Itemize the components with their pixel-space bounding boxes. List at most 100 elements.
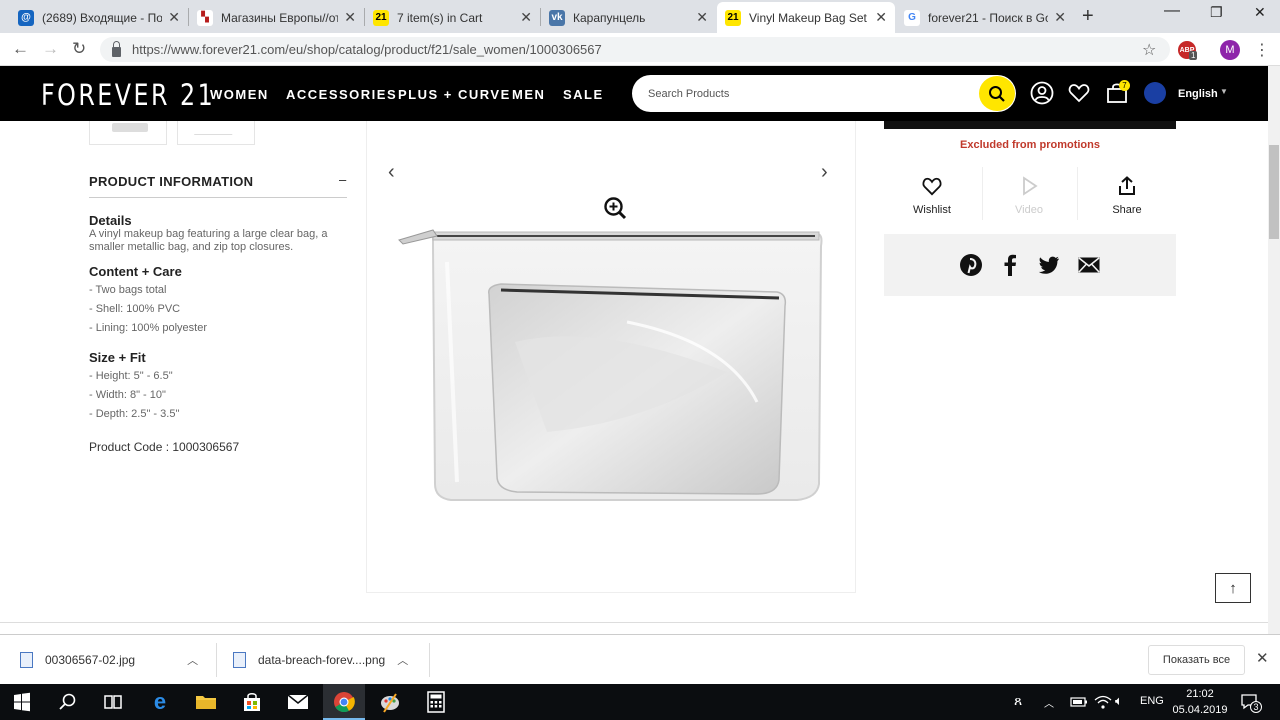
show-all-downloads-button[interactable]: Показать все — [1148, 645, 1245, 675]
windows-start-icon[interactable] — [10, 690, 34, 714]
share-label: Share — [1112, 204, 1142, 216]
tab-google-search[interactable]: G forever21 - Поиск в Go ✕ — [896, 2, 1074, 33]
restore-icon[interactable]: ❐ — [1210, 4, 1223, 21]
next-image-button[interactable]: › — [821, 161, 828, 184]
chevron-up-icon[interactable]: ︿ — [187, 652, 198, 668]
image-file-icon — [233, 652, 246, 668]
product-info-heading[interactable]: PRODUCT INFORMATION — [89, 174, 253, 189]
profile-avatar[interactable]: M — [1220, 40, 1240, 60]
tab-cart[interactable]: 21 7 item(s) in Cart ✕ — [365, 2, 540, 33]
close-tab-icon[interactable]: ✕ — [168, 9, 180, 26]
divider — [1077, 167, 1078, 220]
prev-image-button[interactable]: ‹ — [388, 161, 395, 184]
forward-icon[interactable]: → — [42, 39, 59, 59]
video-label: Video — [1015, 204, 1043, 216]
play-icon — [1023, 176, 1038, 196]
pinterest-icon[interactable] — [960, 254, 982, 276]
forever21-icon: 21 — [373, 9, 389, 26]
divider — [89, 197, 347, 198]
close-download-bar-icon[interactable]: ✕ — [1256, 649, 1269, 667]
image-file-icon — [20, 652, 33, 668]
battery-icon[interactable] — [1070, 696, 1088, 708]
size-item: - Depth: 2.5" - 3.5" — [89, 408, 180, 420]
video-action[interactable]: Video — [982, 176, 1076, 216]
download-bar: 00306567-02.jpg ︿ data-breach-forev....p… — [0, 634, 1280, 684]
close-tab-icon[interactable]: ✕ — [520, 9, 532, 26]
chrome-menu-icon[interactable]: ⋮ — [1254, 40, 1270, 60]
add-to-bag-button[interactable] — [884, 121, 1176, 129]
twitter-icon[interactable] — [1038, 256, 1060, 274]
input-language[interactable]: ENG — [1140, 695, 1164, 707]
close-tab-icon[interactable]: ✕ — [344, 9, 356, 26]
people-icon[interactable]: ጸ — [1014, 692, 1022, 709]
wishlist-action[interactable]: Wishlist — [885, 176, 979, 216]
close-tab-icon[interactable]: ✕ — [875, 9, 887, 26]
search-icon[interactable] — [56, 690, 80, 714]
forever21-logo[interactable]: FOREVER 21 — [41, 78, 215, 112]
zoom-in-icon[interactable] — [603, 196, 627, 220]
back-icon[interactable]: ← — [12, 39, 29, 59]
calculator-icon[interactable] — [424, 690, 448, 714]
product-thumbnail[interactable] — [177, 121, 255, 145]
wishlist-heart-icon[interactable] — [1067, 81, 1091, 105]
tab-vinyl-makeup-bag[interactable]: 21 Vinyl Makeup Bag Set | ✕ — [717, 2, 895, 33]
nav-men[interactable]: MEN — [512, 87, 545, 102]
facebook-icon[interactable] — [1002, 254, 1018, 276]
nav-accessories[interactable]: ACCESSORIES — [286, 87, 397, 102]
download-item[interactable]: 00306567-02.jpg ︿ — [20, 635, 198, 685]
new-tab-button[interactable]: + — [1082, 5, 1094, 28]
tab-vk[interactable]: vk Карапунцель ✕ — [541, 2, 716, 33]
vk-icon: vk — [549, 9, 565, 26]
clock-date: 05.04.2019 — [1172, 704, 1228, 716]
close-tab-icon[interactable]: ✕ — [1054, 9, 1066, 26]
product-image-vinyl-makeup-bag[interactable] — [397, 222, 825, 512]
scroll-to-top-button[interactable]: ↑ — [1215, 573, 1251, 603]
scrollbar-thumb[interactable] — [1269, 145, 1279, 239]
task-view-icon[interactable] — [101, 690, 125, 714]
details-heading: Details — [89, 213, 132, 228]
chevron-up-icon[interactable]: ︿ — [397, 652, 408, 668]
system-clock[interactable]: 21:02 05.04.2019 — [1172, 686, 1228, 718]
mail-icon: @ — [18, 9, 34, 26]
nav-plus-curve[interactable]: PLUS + CURVE — [398, 87, 511, 102]
eu-flag-icon[interactable] — [1144, 82, 1166, 104]
mail-app-icon[interactable] — [286, 690, 310, 714]
volume-icon[interactable]: 🔈︎ — [1115, 693, 1123, 709]
share-icon — [1119, 176, 1135, 195]
paint-app-icon[interactable] — [378, 690, 402, 714]
tab-stores[interactable]: ▚ Магазины Европы//от ✕ — [189, 2, 364, 33]
nav-women[interactable]: WOMEN — [210, 87, 269, 102]
search-input[interactable] — [648, 87, 978, 100]
store-icon[interactable] — [240, 690, 264, 714]
chrome-icon[interactable] — [332, 690, 356, 714]
share-action[interactable]: Share — [1080, 176, 1174, 216]
close-tab-icon[interactable]: ✕ — [696, 9, 708, 26]
account-icon[interactable] — [1030, 81, 1054, 105]
notification-count: 3 — [1250, 701, 1262, 713]
minimize-icon[interactable]: — — [1164, 2, 1180, 20]
search-button[interactable] — [979, 76, 1015, 111]
collapse-toggle[interactable]: – — [339, 172, 346, 187]
forever21-icon: 21 — [725, 9, 741, 26]
nav-sale[interactable]: SALE — [563, 87, 604, 102]
url-field[interactable]: https://www.forever21.com/eu/shop/catalo… — [100, 37, 1170, 62]
reload-icon[interactable]: ↻ — [72, 39, 86, 59]
download-item[interactable]: data-breach-forev....png ︿ — [233, 635, 408, 685]
details-text: A vinyl makeup bag featuring a large cle… — [89, 228, 328, 253]
wishlist-label: Wishlist — [913, 204, 951, 216]
divider — [216, 643, 217, 677]
url-text: https://www.forever21.com/eu/shop/catalo… — [132, 42, 602, 57]
download-filename: 00306567-02.jpg — [45, 653, 136, 667]
content-care-heading: Content + Care — [89, 264, 182, 279]
size-item: - Height: 5" - 6.5" — [89, 370, 173, 382]
close-window-icon[interactable]: ✕ — [1254, 4, 1266, 21]
language-selector[interactable]: English — [1178, 88, 1218, 100]
product-thumbnail[interactable] — [89, 121, 167, 145]
file-explorer-icon[interactable] — [194, 690, 218, 714]
edge-browser-icon[interactable]: e — [148, 689, 172, 714]
bookmark-star-icon[interactable]: ☆ — [1142, 40, 1156, 60]
email-icon[interactable] — [1078, 257, 1100, 273]
wifi-icon[interactable] — [1094, 694, 1112, 710]
chevron-up-icon[interactable]: ︿ — [1044, 695, 1054, 710]
tab-mail[interactable]: @ (2689) Входящие - Поч ✕ — [10, 2, 188, 33]
